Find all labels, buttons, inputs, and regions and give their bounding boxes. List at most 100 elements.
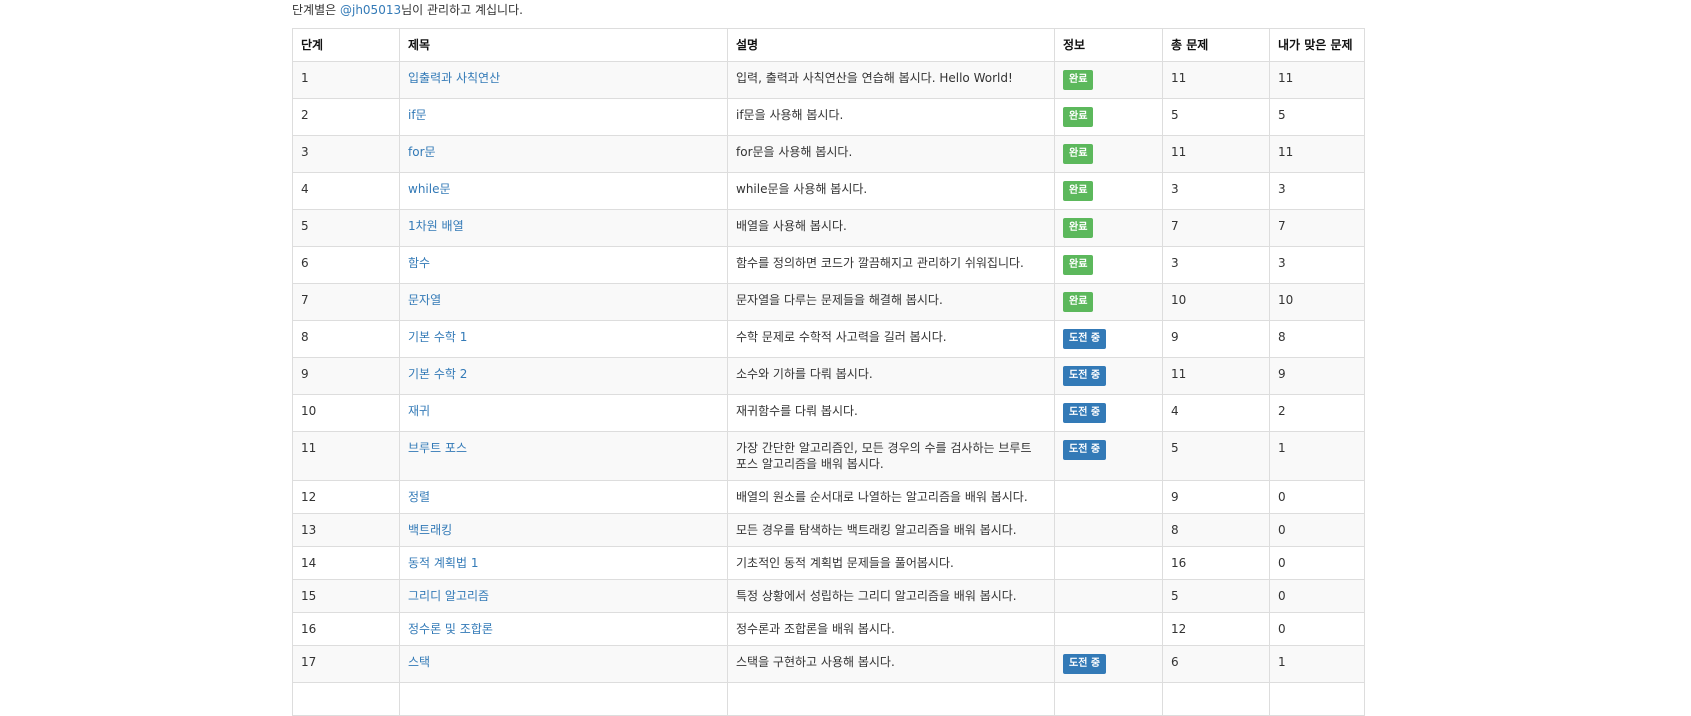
step-title-link[interactable]: 정수론 및 조합론: [408, 622, 493, 636]
step-description-cell-text: 스택을 구현하고 사용해 봅시다.: [736, 655, 895, 669]
step-title-cell: 정렬: [399, 480, 728, 514]
total-problems-cell-text: 16: [1171, 556, 1187, 570]
total-problems-cell: 11: [1162, 357, 1270, 395]
table-row: 2 if문 if문을 사용해 봅시다. 완료 5 5: [292, 98, 1365, 136]
total-problems-cell: 5: [1162, 431, 1270, 481]
step-title-link[interactable]: 문자열: [408, 293, 441, 307]
step-number-cell-text: 4: [301, 182, 309, 196]
table-row: 8 기본 수학 1 수학 문제로 수학적 사고력을 길러 봅시다. 도전 중 9 8: [292, 320, 1365, 358]
empty-cell: [1162, 682, 1270, 716]
step-info-cell: [1054, 612, 1163, 646]
total-problems-cell: 10: [1162, 283, 1270, 321]
solved-problems-cell-text: 11: [1278, 71, 1294, 85]
status-badge-trying: 도전 중: [1063, 403, 1107, 423]
step-number-cell-text: 8: [301, 330, 309, 344]
step-title-link[interactable]: for문: [408, 145, 436, 159]
step-description-cell-text: 수학 문제로 수학적 사고력을 길러 봅시다.: [736, 330, 947, 344]
step-title-link[interactable]: 재귀: [408, 404, 430, 418]
step-title-link[interactable]: 기본 수학 2: [408, 367, 467, 381]
solved-problems-cell-text: 0: [1278, 556, 1286, 570]
maintainer-prefix: 단계별은: [292, 3, 340, 17]
step-title-link[interactable]: 정렬: [408, 490, 430, 504]
maintainer-line: 단계별은 @jh05013님이 관리하고 계십니다.: [292, 0, 1364, 22]
step-title-link[interactable]: while문: [408, 182, 451, 196]
total-problems-cell: 3: [1162, 246, 1270, 284]
step-description-cell: 정수론과 조합론을 배워 봅시다.: [727, 612, 1055, 646]
step-description-cell-text: 입력, 출력과 사칙연산을 연습해 봅시다. Hello World!: [736, 71, 1013, 85]
status-badge-done: 완료: [1063, 255, 1094, 275]
column-header-total: 총 문제: [1162, 28, 1270, 62]
step-title-cell: while문: [399, 172, 728, 210]
step-title-link[interactable]: 입출력과 사칙연산: [408, 71, 500, 85]
step-description-cell: 특정 상황에서 성립하는 그리디 알고리즘을 배워 봅시다.: [727, 579, 1055, 613]
solved-problems-cell-text: 0: [1278, 523, 1286, 537]
status-badge-done: 완료: [1063, 218, 1094, 238]
column-header-info: 정보: [1054, 28, 1163, 62]
step-info-cell: 완료: [1054, 246, 1163, 284]
solved-problems-cell: 0: [1269, 480, 1365, 514]
step-info-cell: [1054, 480, 1163, 514]
table-row: 5 1차원 배열 배열을 사용해 봅시다. 완료 7 7: [292, 209, 1365, 247]
total-problems-cell-text: 5: [1171, 441, 1179, 455]
solved-problems-cell-text: 9: [1278, 367, 1286, 381]
step-description-cell: 소수와 기하를 다뤄 봅시다.: [727, 357, 1055, 395]
step-title-link[interactable]: 기본 수학 1: [408, 330, 467, 344]
step-title-link[interactable]: 1차원 배열: [408, 219, 464, 233]
step-number-cell: 9: [292, 357, 400, 395]
step-title-cell: 정수론 및 조합론: [399, 612, 728, 646]
step-info-cell: [1054, 579, 1163, 613]
table-row: 11 브루트 포스 가장 간단한 알고리즘인, 모든 경우의 수를 검사하는 브루트…: [292, 431, 1365, 481]
step-number-cell: 16: [292, 612, 400, 646]
step-info-cell: 완료: [1054, 135, 1163, 173]
total-problems-cell: 5: [1162, 579, 1270, 613]
table-row: 7 문자열 문자열을 다루는 문제들을 해결해 봅시다. 완료 10 10: [292, 283, 1365, 321]
solved-problems-cell: 0: [1269, 546, 1365, 580]
maintainer-link[interactable]: @jh05013: [340, 3, 401, 17]
step-number-cell-text: 9: [301, 367, 309, 381]
status-badge-done: 완료: [1063, 292, 1094, 312]
step-title-link[interactable]: 동적 계획법 1: [408, 556, 478, 570]
step-description-cell: 문자열을 다루는 문제들을 해결해 봅시다.: [727, 283, 1055, 321]
table-row: 4 while문 while문을 사용해 봅시다. 완료 3 3: [292, 172, 1365, 210]
step-description-cell: 기초적인 동적 계획법 문제들을 풀어봅시다.: [727, 546, 1055, 580]
column-header-description: 설명: [727, 28, 1055, 62]
step-title-link[interactable]: 브루트 포스: [408, 441, 467, 455]
table-row: 14 동적 계획법 1 기초적인 동적 계획법 문제들을 풀어봅시다. 16 0: [292, 546, 1365, 580]
step-title-cell: 동적 계획법 1: [399, 546, 728, 580]
step-number-cell: 12: [292, 480, 400, 514]
step-description-cell: 스택을 구현하고 사용해 봅시다.: [727, 645, 1055, 683]
table-row: 9 기본 수학 2 소수와 기하를 다뤄 봅시다. 도전 중 11 9: [292, 357, 1365, 395]
solved-problems-cell-text: 5: [1278, 108, 1286, 122]
step-number-cell: 11: [292, 431, 400, 481]
step-number-cell-text: 10: [301, 404, 317, 418]
total-problems-cell-text: 9: [1171, 330, 1179, 344]
step-title-cell: 기본 수학 2: [399, 357, 728, 395]
table-row: [292, 682, 1365, 716]
step-title-link[interactable]: 함수: [408, 256, 430, 270]
solved-problems-cell-text: 3: [1278, 256, 1286, 270]
total-problems-cell-text: 11: [1171, 145, 1187, 159]
solved-problems-cell: 7: [1269, 209, 1365, 247]
table-row: 10 재귀 재귀함수를 다뤄 봅시다. 도전 중 4 2: [292, 394, 1365, 432]
step-number-cell: 17: [292, 645, 400, 683]
column-header-title: 제목: [399, 28, 728, 62]
total-problems-cell: 9: [1162, 480, 1270, 514]
step-description-cell-text: while문을 사용해 봅시다.: [736, 182, 868, 196]
total-problems-cell-text: 10: [1171, 293, 1187, 307]
empty-cell: [727, 682, 1055, 716]
solved-problems-cell: 10: [1269, 283, 1365, 321]
step-number-cell: 15: [292, 579, 400, 613]
total-problems-cell-text: 5: [1171, 108, 1179, 122]
step-number-cell: 4: [292, 172, 400, 210]
step-info-cell: [1054, 513, 1163, 547]
solved-problems-cell-text: 10: [1278, 293, 1294, 307]
step-title-link[interactable]: 스택: [408, 655, 430, 669]
step-title-link[interactable]: 그리디 알고리즘: [408, 589, 489, 603]
step-number-cell: 2: [292, 98, 400, 136]
step-description-cell: for문을 사용해 봅시다.: [727, 135, 1055, 173]
column-header-step: 단계: [292, 28, 400, 62]
step-title-link[interactable]: if문: [408, 108, 427, 122]
total-problems-cell: 6: [1162, 645, 1270, 683]
step-title-link[interactable]: 백트래킹: [408, 523, 452, 537]
page-container: 단계별은 @jh05013님이 관리하고 계십니다. 단계 제목 설명 정보 총…: [292, 0, 1365, 716]
